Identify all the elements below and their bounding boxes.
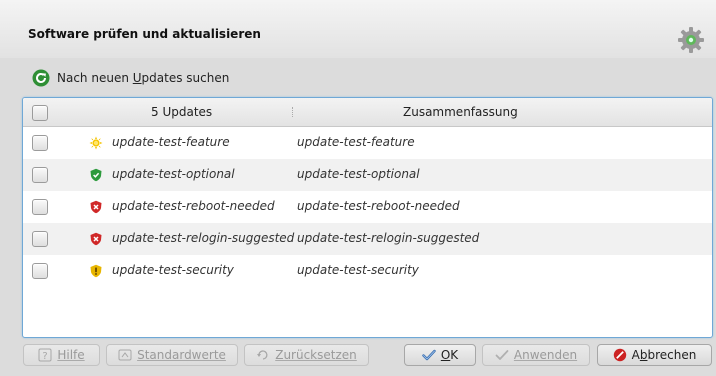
reset-button[interactable]: Zurücksetzen [244, 344, 369, 366]
check-updates-label: Nach neuen Updates suchen [57, 71, 230, 85]
gear-icon [678, 27, 704, 53]
table-row[interactable]: update-test-security update-test-securit… [23, 255, 712, 287]
row-checkbox[interactable] [32, 135, 48, 151]
checkmark-icon [495, 350, 509, 360]
help-button[interactable]: ? Hilfe [23, 344, 100, 366]
optional-icon [90, 168, 102, 182]
apply-label: Anwenden [513, 348, 578, 362]
svg-text:?: ? [43, 351, 48, 362]
reset-label: Zurücksetzen [275, 348, 357, 362]
important-icon [90, 232, 102, 246]
button-bar: ? Hilfe Standardwerte Zurücksetzen OK An… [0, 343, 716, 376]
update-name: update-test-relogin-suggested [112, 231, 295, 245]
update-name: update-test-feature [112, 135, 230, 149]
table-row[interactable]: update-test-relogin-suggested update-tes… [23, 223, 712, 255]
updates-table: 5 Updates Zusammenfassung update-test-fe… [22, 97, 713, 338]
ok-button[interactable]: OK [404, 344, 476, 366]
cancel-button[interactable]: Abbrechen [597, 344, 712, 366]
column-header-updates[interactable]: 5 Updates [123, 105, 273, 119]
update-summary: update-test-security [297, 263, 419, 277]
update-summary: update-test-feature [297, 135, 415, 149]
select-all-checkbox[interactable] [32, 105, 48, 121]
table-row[interactable]: update-test-optional update-test-optiona… [23, 159, 712, 191]
defaults-icon [118, 349, 132, 361]
cancel-icon [613, 348, 626, 362]
checkmark-icon [422, 349, 436, 361]
help-label: Hilfe [57, 348, 85, 362]
security-icon [90, 264, 102, 278]
reset-icon [257, 350, 268, 360]
cancel-label: Abbrechen [631, 348, 697, 362]
column-header-summary[interactable]: Zusammenfassung [403, 105, 518, 119]
table-header: 5 Updates Zusammenfassung [23, 98, 712, 127]
ok-label: OK [440, 348, 459, 362]
enhancement-icon [89, 136, 103, 150]
important-icon [90, 200, 102, 214]
update-name: update-test-security [112, 263, 234, 277]
update-name: update-test-reboot-needed [112, 199, 275, 213]
column-divider[interactable] [292, 107, 294, 117]
dialog-header: Software prüfen und aktualisieren [0, 0, 716, 58]
update-name: update-test-optional [112, 167, 235, 181]
defaults-label: Standardwerte [137, 348, 226, 362]
row-checkbox[interactable] [32, 263, 48, 279]
check-updates-button[interactable]: Nach neuen Updates suchen [32, 68, 229, 88]
update-summary: update-test-reboot-needed [297, 199, 460, 213]
row-checkbox[interactable] [32, 167, 48, 183]
help-icon: ? [38, 348, 52, 362]
refresh-icon [32, 69, 50, 87]
defaults-button[interactable]: Standardwerte [106, 344, 238, 366]
update-summary: update-test-relogin-suggested [297, 231, 480, 245]
apply-button[interactable]: Anwenden [482, 344, 590, 366]
dialog-title: Software prüfen und aktualisieren [28, 27, 261, 41]
table-row[interactable]: update-test-reboot-needed update-test-re… [23, 191, 712, 223]
update-summary: update-test-optional [297, 167, 420, 181]
row-checkbox[interactable] [32, 199, 48, 215]
row-checkbox[interactable] [32, 231, 48, 247]
table-row[interactable]: update-test-feature update-test-feature [23, 127, 712, 159]
